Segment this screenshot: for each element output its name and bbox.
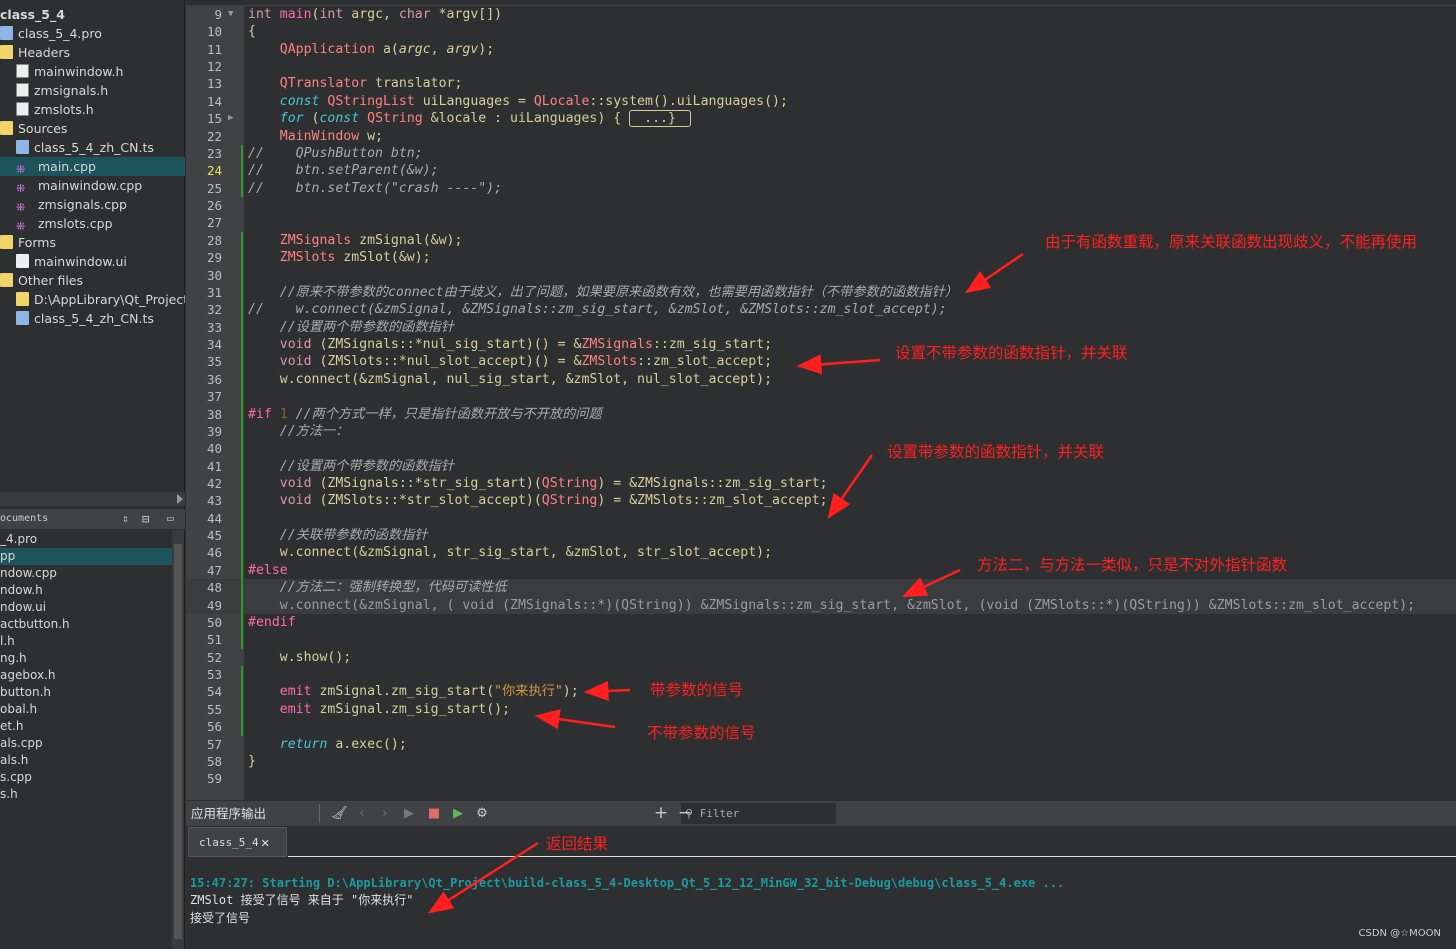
arrow — [901, 568, 961, 598]
arrow — [427, 841, 539, 914]
annotation-arrows — [427, 252, 1024, 914]
arrow — [583, 680, 631, 701]
arrow — [796, 354, 881, 375]
arrow — [827, 454, 874, 520]
arrow — [964, 252, 1024, 294]
watermark: CSDN @☆MOON — [1358, 928, 1441, 939]
arrow — [534, 709, 616, 730]
